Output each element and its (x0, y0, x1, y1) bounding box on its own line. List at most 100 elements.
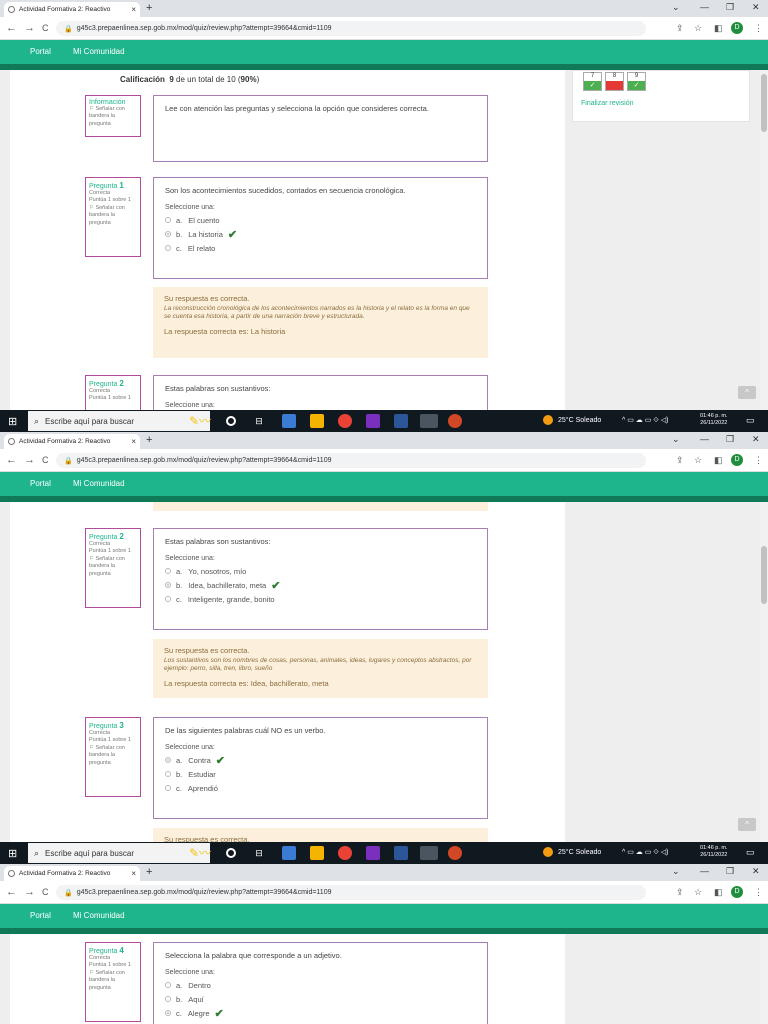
new-tab-button[interactable]: + (146, 866, 152, 878)
chrome-icon[interactable] (338, 414, 352, 428)
radio-icon[interactable] (165, 217, 171, 223)
windows-start-icon[interactable]: ⊞ (8, 415, 17, 428)
community-link[interactable]: Mi Comunidad (73, 479, 125, 488)
word-icon[interactable] (394, 846, 408, 860)
reload-button[interactable]: C (42, 455, 49, 465)
radio-icon[interactable] (165, 996, 171, 1002)
system-tray[interactable]: ^ ▭ ☁ ▭ ⟐ ◁) (622, 416, 668, 425)
radio-icon[interactable] (165, 982, 171, 988)
reload-button[interactable]: C (42, 887, 49, 897)
forward-button[interactable]: → (24, 22, 35, 34)
tab-close-icon[interactable]: × (131, 5, 136, 14)
powerpoint-icon[interactable] (448, 846, 462, 860)
scrollbar[interactable] (760, 70, 768, 410)
menu-icon[interactable]: ⋮ (754, 23, 763, 34)
multitask-icon[interactable]: ⊟ (252, 414, 266, 428)
onenote-icon[interactable] (366, 846, 380, 860)
portal-link[interactable]: Portal (30, 479, 51, 488)
task-view-icon[interactable] (226, 848, 236, 858)
tab-search-icon[interactable]: ⌄ (672, 434, 680, 445)
minimize-button[interactable]: — (700, 866, 709, 876)
tab-close-icon[interactable]: × (131, 437, 136, 446)
minimize-button[interactable]: — (700, 2, 709, 12)
question-nav-9[interactable]: 9 ✓ (627, 72, 646, 91)
tab-search-icon[interactable]: ⌄ (672, 866, 680, 877)
share-icon[interactable]: ⇪ (676, 455, 684, 466)
scrollbar-thumb[interactable] (761, 74, 767, 132)
scrollbar-thumb[interactable] (761, 546, 767, 604)
question-nav-7[interactable]: 7 ✓ (583, 72, 602, 91)
option-c[interactable]: c. Aprendió (165, 781, 476, 795)
share-icon[interactable]: ⇪ (676, 23, 684, 34)
option-b[interactable]: b. Idea, bachillerato, meta ✔ (165, 578, 476, 592)
option-a[interactable]: a. Contra ✔ (165, 753, 476, 767)
system-tray[interactable]: ^ ▭ ☁ ▭ ⟐ ◁) (622, 848, 668, 857)
flag-link[interactable]: ⚐ Señalar con bandera la pregunta (89, 205, 137, 227)
browser-tab[interactable]: Actividad Formativa 2: Reactivo × (4, 434, 140, 449)
windows-start-icon[interactable]: ⊞ (8, 847, 17, 860)
question-nav-8[interactable]: 8 (605, 72, 624, 91)
close-window-button[interactable]: ✕ (752, 434, 760, 445)
notification-icon[interactable]: ▭ (746, 415, 755, 426)
onenote-icon[interactable] (366, 414, 380, 428)
radio-icon[interactable] (165, 785, 171, 791)
option-c[interactable]: c. El relato (165, 241, 476, 255)
minimize-button[interactable]: — (700, 434, 709, 444)
radio-selected-icon[interactable] (165, 1010, 171, 1016)
file-explorer-icon[interactable] (310, 846, 324, 860)
side-panel-icon[interactable]: ◧ (714, 887, 723, 898)
option-c[interactable]: c. Alegre ✔ (165, 1006, 476, 1020)
forward-button[interactable]: → (24, 454, 35, 466)
option-b[interactable]: b. Estudiar (165, 767, 476, 781)
scroll-top-button[interactable]: ^ (738, 386, 756, 399)
back-button[interactable]: ← (6, 886, 17, 898)
clock[interactable]: 01:46 p. m. 26/11/2022 (700, 413, 728, 427)
restore-button[interactable]: ❐ (726, 2, 734, 13)
option-a[interactable]: a. Dentro (165, 978, 476, 992)
radio-icon[interactable] (165, 771, 171, 777)
bookmark-star-icon[interactable]: ☆ (694, 455, 702, 466)
flag-link[interactable]: ⚐ Señalar con bandera la pregunta (89, 745, 137, 767)
side-panel-icon[interactable]: ◧ (714, 23, 723, 34)
weather-widget[interactable]: 25°C Soleado (543, 847, 601, 857)
community-link[interactable]: Mi Comunidad (73, 911, 125, 920)
bookmark-star-icon[interactable]: ☆ (694, 23, 702, 34)
url-field[interactable]: 🔒 g45c3.prepaenlinea.sep.gob.mx/mod/quiz… (56, 453, 646, 468)
option-b[interactable]: b. Aquí (165, 992, 476, 1006)
option-a[interactable]: a. El cuento (165, 213, 476, 227)
calculator-icon[interactable] (282, 846, 296, 860)
new-tab-button[interactable]: + (146, 2, 152, 14)
flag-link[interactable]: ⚐ Señalar con bandera la pregunta (89, 106, 137, 128)
radio-icon[interactable] (165, 245, 171, 251)
chrome-active-icon[interactable] (420, 414, 438, 428)
weather-widget[interactable]: 25°C Soleado (543, 415, 601, 425)
browser-tab[interactable]: Actividad Formativa 2: Reactivo × (4, 866, 140, 881)
chrome-icon[interactable] (338, 846, 352, 860)
profile-avatar[interactable]: D (731, 22, 743, 34)
menu-icon[interactable]: ⋮ (754, 887, 763, 898)
url-field[interactable]: 🔒 g45c3.prepaenlinea.sep.gob.mx/mod/quiz… (56, 21, 646, 36)
radio-icon[interactable] (165, 568, 171, 574)
tab-search-icon[interactable]: ⌄ (672, 2, 680, 13)
side-panel-icon[interactable]: ◧ (714, 455, 723, 466)
tab-close-icon[interactable]: × (131, 869, 136, 878)
notification-icon[interactable]: ▭ (746, 847, 755, 858)
new-tab-button[interactable]: + (146, 434, 152, 446)
browser-tab[interactable]: Actividad Formativa 2: Reactivo × (4, 2, 140, 17)
url-field[interactable]: 🔒 g45c3.prepaenlinea.sep.gob.mx/mod/quiz… (56, 885, 646, 900)
portal-link[interactable]: Portal (30, 47, 51, 56)
finish-review-link[interactable]: Finalizar revisión (581, 100, 634, 107)
cortana-icon[interactable]: ✎〰 (182, 846, 218, 860)
back-button[interactable]: ← (6, 454, 17, 466)
scrollbar[interactable] (760, 502, 768, 842)
profile-avatar[interactable]: D (731, 886, 743, 898)
option-a[interactable]: a. Yo, nosotros, mío (165, 564, 476, 578)
powerpoint-icon[interactable] (448, 414, 462, 428)
scrollbar[interactable] (760, 934, 768, 1024)
share-icon[interactable]: ⇪ (676, 887, 684, 898)
forward-button[interactable]: → (24, 886, 35, 898)
option-b[interactable]: b. La historia ✔ (165, 227, 476, 241)
bookmark-star-icon[interactable]: ☆ (694, 887, 702, 898)
community-link[interactable]: Mi Comunidad (73, 47, 125, 56)
file-explorer-icon[interactable] (310, 414, 324, 428)
